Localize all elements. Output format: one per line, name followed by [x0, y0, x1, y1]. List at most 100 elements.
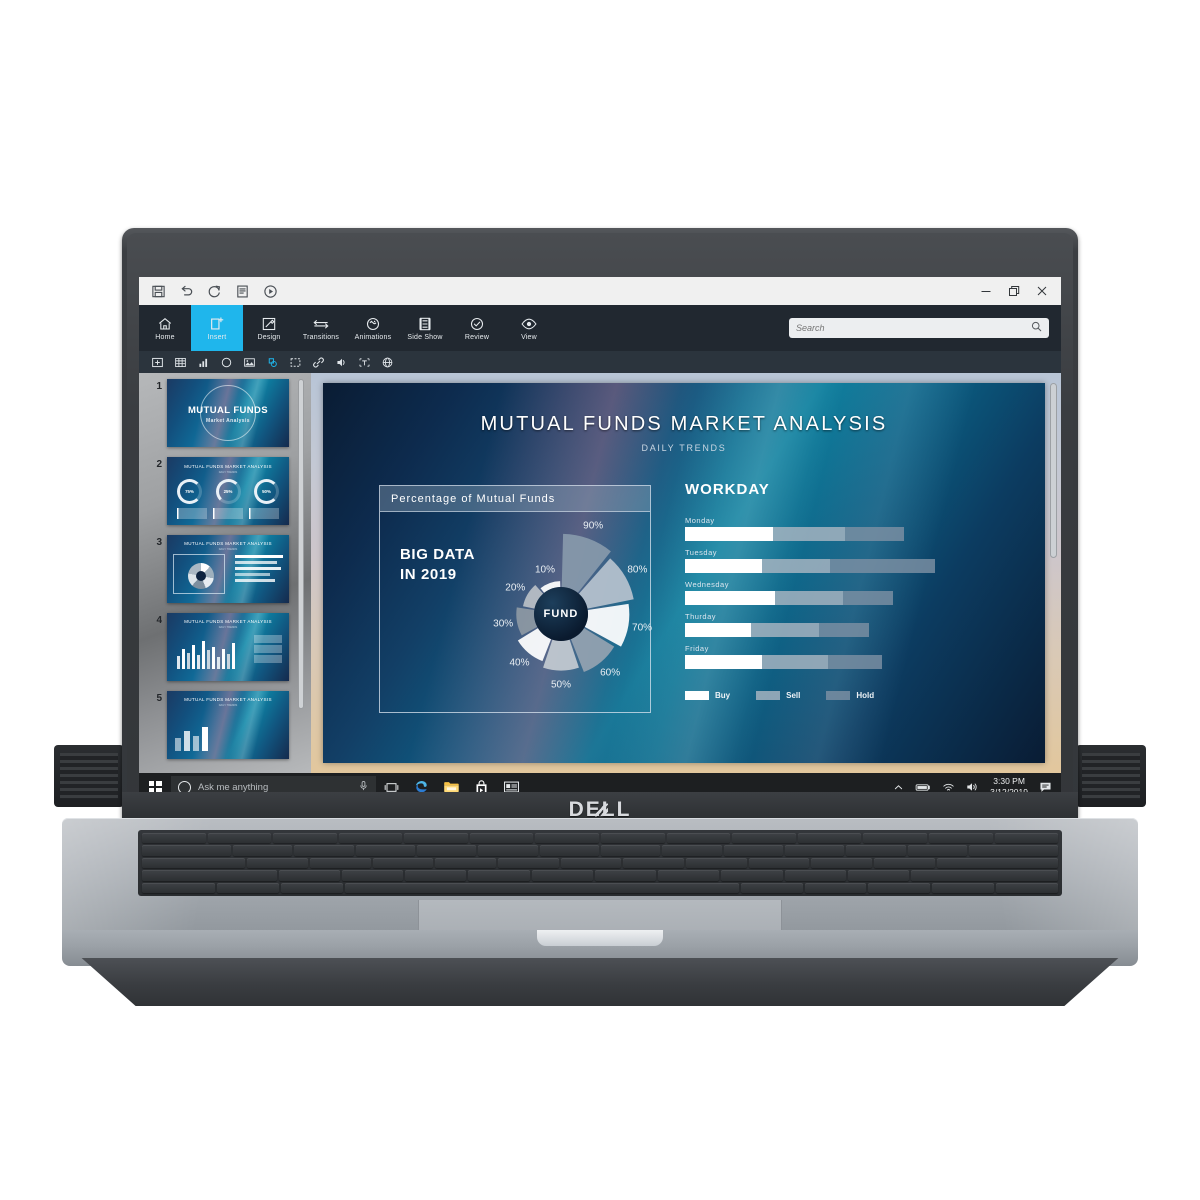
big-data-label: BIG DATA IN 2019 [400, 545, 475, 586]
thumbnail-slide-2[interactable]: 2 MUTUAL FUNDS MARKET ANALYSIS DAILY TRE… [153, 457, 311, 525]
notes-icon[interactable] [235, 284, 250, 299]
keyboard-key [928, 833, 993, 844]
clock-time: 3:30 PM [993, 775, 1025, 786]
rose-chart: FUND 90% 80% 70% 60% 50% 40% 30% 20% 10% [472, 520, 652, 703]
tab-review[interactable]: Review [451, 305, 503, 351]
link-icon[interactable] [312, 356, 325, 369]
thumbnail-image[interactable]: MUTUAL FUNDS MARKET ANALYSIS DAILY TREND… [167, 691, 289, 759]
keyboard-key [233, 845, 293, 856]
save-icon[interactable] [151, 284, 166, 299]
slide-number: 2 [156, 459, 162, 470]
current-slide[interactable]: MUTUAL FUNDS MARKET ANALYSIS DAILY TREND… [323, 383, 1045, 763]
tab-label: Transitions [302, 334, 340, 341]
window-titlebar [139, 277, 1061, 305]
keyboard-key [273, 833, 337, 844]
smartart-icon[interactable] [266, 356, 279, 369]
keyboard-key [784, 870, 846, 881]
picture-icon[interactable] [243, 356, 256, 369]
keyboard-key [594, 870, 657, 881]
minimize-button[interactable] [979, 284, 993, 298]
chart-icon[interactable] [197, 356, 210, 369]
thumbnail-image[interactable]: MUTUAL FUNDS Market Analysis [167, 379, 289, 447]
legend-swatch [685, 691, 709, 700]
tab-transitions[interactable]: Transitions [295, 305, 347, 351]
tab-view[interactable]: View [503, 305, 555, 351]
keyboard-key [811, 857, 873, 869]
search-icon[interactable] [1031, 319, 1042, 337]
keyboard-key [863, 833, 927, 844]
keyboard-key [907, 845, 967, 856]
rose-label: 60% [600, 667, 621, 679]
window-controls [979, 284, 1055, 298]
quick-access-toolbar [151, 284, 278, 299]
thumbnail-scrollbar[interactable] [298, 379, 304, 709]
insert-toolbar [139, 351, 1061, 373]
thumbnail-image[interactable]: MUTUAL FUNDS MARKET ANALYSIS DAILY TREND… [167, 535, 289, 603]
keyboard-key [748, 857, 810, 869]
keyboard-key [784, 845, 845, 856]
battery-icon[interactable] [915, 782, 931, 793]
workday-row: Thurday [685, 612, 935, 637]
wifi-icon[interactable] [942, 782, 955, 793]
cortana-placeholder: Ask me anything [198, 781, 269, 793]
rose-label: 90% [583, 520, 604, 532]
new-slide-icon[interactable] [151, 356, 164, 369]
keyboard-key [560, 857, 622, 869]
rose-label: 20% [505, 582, 526, 594]
tab-home[interactable]: Home [139, 305, 191, 351]
workday-bar-segment [818, 623, 870, 637]
table-icon[interactable] [174, 356, 187, 369]
keyboard [138, 830, 1062, 896]
tab-side-show[interactable]: Side Show [399, 305, 451, 351]
insert-slide-icon [209, 315, 225, 332]
keyboard-key [217, 882, 279, 893]
redo-icon[interactable] [207, 284, 222, 299]
keyboard-key [911, 870, 1059, 881]
slide-thumbnail-panel[interactable]: 1 MUTUAL FUNDS Market Analysis 2 MUTUAL … [139, 373, 311, 773]
shape-icon[interactable] [220, 356, 233, 369]
text-box-icon[interactable] [358, 356, 371, 369]
thumb-caption [249, 508, 279, 519]
tab-label: Design [257, 334, 281, 341]
tab-label: Review [464, 334, 490, 341]
thumbnail-slide-4[interactable]: 4 MUTUAL FUNDS MARKET ANALYSIS DAILY TRE… [153, 613, 311, 681]
review-icon [469, 315, 485, 332]
transitions-icon [312, 315, 330, 332]
thumbnail-slide-3[interactable]: 3 MUTUAL FUNDS MARKET ANALYSIS DAILY TRE… [153, 535, 311, 603]
thumbnail-image[interactable]: MUTUAL FUNDS MARKET ANALYSIS DAILY TREND… [167, 457, 289, 525]
stage-scrollbar[interactable] [1050, 383, 1057, 558]
rose-hub-label: FUND [543, 608, 579, 620]
close-button[interactable] [1035, 284, 1049, 298]
restore-button[interactable] [1007, 284, 1021, 298]
workday-row-label: Friday [685, 644, 709, 653]
keyboard-key [994, 833, 1059, 844]
hinge-right [1076, 745, 1146, 807]
web-icon[interactable] [381, 356, 394, 369]
animations-icon [365, 315, 381, 332]
tab-insert[interactable]: Insert [191, 305, 243, 351]
workday-bar-segment [772, 527, 846, 541]
placeholder-icon[interactable] [289, 356, 302, 369]
keyboard-key [344, 882, 739, 893]
search-input[interactable] [796, 323, 1025, 333]
tab-design[interactable]: Design [243, 305, 295, 351]
audio-icon[interactable] [335, 356, 348, 369]
keyboard-key [996, 882, 1058, 893]
keyboard-row [142, 882, 1058, 893]
thumb-caption [177, 508, 207, 519]
workday-bar [685, 527, 905, 541]
undo-icon[interactable] [179, 284, 194, 299]
thumbnail-image[interactable]: MUTUAL FUNDS MARKET ANALYSIS DAILY TREND… [167, 613, 289, 681]
tab-animations[interactable]: Animations [347, 305, 399, 351]
present-icon[interactable] [263, 284, 278, 299]
thumb-subtitle: DAILY TRENDS [218, 548, 238, 551]
keyboard-key [309, 857, 371, 869]
keyboard-key [666, 833, 731, 844]
keyboard-key [142, 845, 231, 856]
editor-workspace: 1 MUTUAL FUNDS Market Analysis 2 MUTUAL … [139, 373, 1061, 773]
show-hidden-icons[interactable] [893, 782, 904, 793]
thumbnail-slide-5[interactable]: 5 MUTUAL FUNDS MARKET ANALYSIS DAILY TRE… [153, 691, 311, 759]
thumbnail-slide-1[interactable]: 1 MUTUAL FUNDS Market Analysis [153, 379, 311, 447]
rose-label: 40% [509, 657, 530, 669]
search-box[interactable] [789, 318, 1049, 338]
